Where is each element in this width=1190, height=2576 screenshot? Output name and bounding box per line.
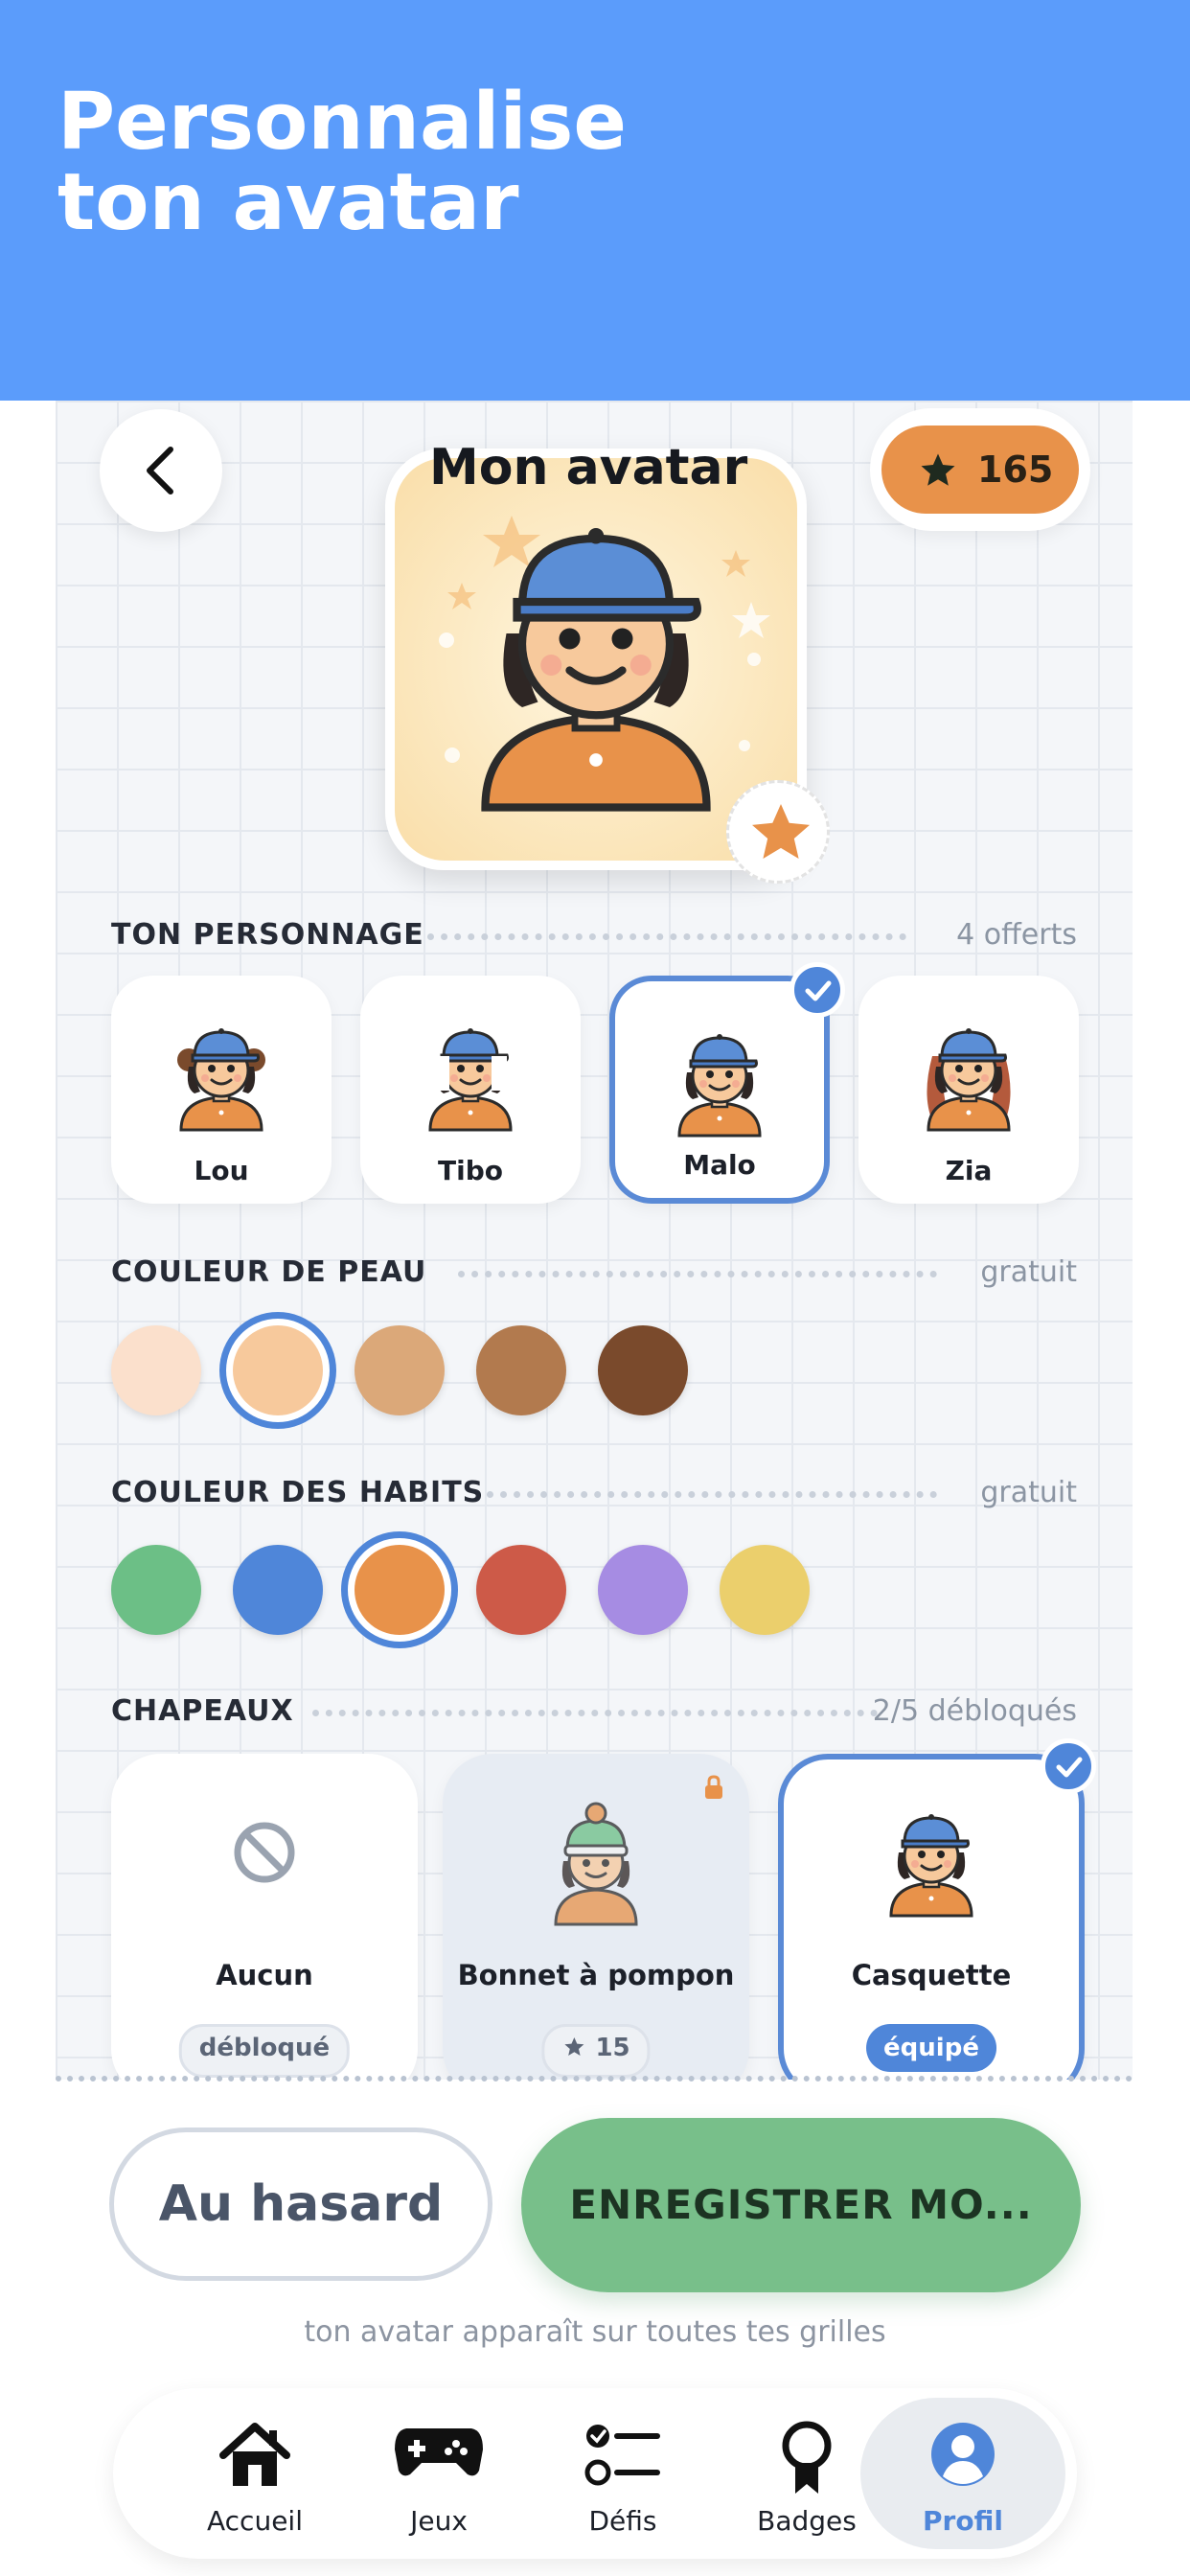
section-title-skin: COULEUR DE PEAU bbox=[111, 1255, 427, 1289]
badge-icon bbox=[782, 2421, 832, 2494]
section-title-hats: CHAPEAUX bbox=[111, 1694, 294, 1728]
character-malo-image bbox=[677, 1032, 762, 1138]
skin-color-swatch[interactable] bbox=[111, 1325, 201, 1415]
selected-check-icon bbox=[1041, 1738, 1096, 1794]
beanie-icon bbox=[554, 1802, 638, 1926]
star-icon bbox=[564, 2037, 584, 2056]
favorite-badge[interactable] bbox=[726, 780, 830, 884]
character-card-tibo[interactable]: Tibo bbox=[360, 976, 581, 1204]
clothes-color-swatch[interactable] bbox=[355, 1545, 445, 1635]
tab-jeux[interactable]: Jeux bbox=[343, 2388, 535, 2559]
hat-name: Aucun bbox=[216, 1959, 313, 1991]
star-icon bbox=[752, 804, 810, 859]
skin-color-swatch[interactable] bbox=[233, 1325, 323, 1415]
hat-card-none[interactable]: Aucun débloqué bbox=[111, 1754, 418, 2080]
scroll-divider bbox=[56, 2076, 1133, 2082]
section-title-character: TON PERSONNAGE bbox=[111, 918, 424, 952]
section-meta-hats: 2/5 débloqués bbox=[872, 1694, 1077, 1728]
hint-text: ton avatar apparaît sur toutes tes grill… bbox=[304, 2315, 886, 2349]
section-meta-clothes: gratuit bbox=[980, 1476, 1077, 1509]
skin-color-swatch[interactable] bbox=[355, 1325, 445, 1415]
avatar-editor-screen: Mon avatar 165 TON PERSONNAGE 4 offerts … bbox=[56, 401, 1133, 2080]
lock-icon bbox=[705, 1775, 722, 1799]
selected-check-icon bbox=[790, 962, 845, 1018]
character-name: Malo bbox=[683, 1149, 756, 1181]
header-banner: Personnalise ton avatar bbox=[0, 0, 1190, 401]
hat-name: Casquette bbox=[851, 1959, 1012, 1991]
hat-price-badge: 15 bbox=[541, 2024, 651, 2078]
banner-title: Personnalise ton avatar bbox=[57, 77, 628, 248]
hat-name: Bonnet à pompon bbox=[457, 1959, 735, 1991]
cap-icon bbox=[889, 1812, 973, 1918]
tab-label: Défis bbox=[588, 2505, 657, 2537]
tab-accueil[interactable]: Accueil bbox=[159, 2388, 351, 2559]
clothes-color-swatch[interactable] bbox=[111, 1545, 201, 1635]
none-icon bbox=[234, 1822, 295, 1883]
character-name: Lou bbox=[194, 1155, 249, 1186]
hat-status-badge: équipé bbox=[866, 2024, 996, 2072]
hat-price: 15 bbox=[595, 2034, 630, 2062]
character-card-lou[interactable]: Lou bbox=[111, 976, 332, 1204]
skin-color-swatch[interactable] bbox=[476, 1325, 566, 1415]
coins-value: 165 bbox=[977, 448, 1054, 491]
hat-card-beanie[interactable]: Bonnet à pompon 15 bbox=[443, 1754, 749, 2080]
random-button[interactable]: Au hasard bbox=[109, 2128, 492, 2281]
bottom-tab-bar: Accueil Jeux Défis Badges Profil bbox=[113, 2388, 1077, 2559]
character-zia-image bbox=[927, 1026, 1011, 1132]
home-icon bbox=[219, 2423, 290, 2486]
divider-dots bbox=[427, 933, 906, 940]
clothes-color-swatch[interactable] bbox=[720, 1545, 810, 1635]
character-lou-image bbox=[177, 1026, 265, 1132]
character-name: Zia bbox=[945, 1155, 993, 1186]
clothes-color-swatch[interactable] bbox=[598, 1545, 688, 1635]
hat-card-cap[interactable]: Casquette équipé bbox=[778, 1754, 1085, 2080]
section-title-clothes: COULEUR DES HABITS bbox=[111, 1476, 485, 1509]
star-icon bbox=[921, 453, 955, 486]
page-title: Mon avatar bbox=[429, 439, 748, 496]
coins-counter[interactable]: 165 bbox=[870, 408, 1090, 531]
section-meta-character: 4 offerts bbox=[956, 918, 1077, 952]
coins-pill: 165 bbox=[881, 426, 1079, 514]
checklist-icon bbox=[584, 2425, 660, 2486]
character-card-zia[interactable]: Zia bbox=[858, 976, 1079, 1204]
divider-dots bbox=[458, 1271, 937, 1277]
save-button[interactable]: ENREGISTRER MO... bbox=[521, 2118, 1081, 2292]
back-button[interactable] bbox=[100, 409, 222, 532]
gamepad-icon bbox=[395, 2428, 483, 2476]
profile-icon bbox=[931, 2423, 995, 2486]
section-meta-skin: gratuit bbox=[980, 1255, 1077, 1289]
tab-profil[interactable]: Profil bbox=[860, 2388, 1065, 2559]
character-tibo-image bbox=[428, 1026, 513, 1132]
tab-label: Accueil bbox=[207, 2505, 303, 2537]
character-name: Tibo bbox=[438, 1155, 503, 1186]
chevron-left-icon bbox=[147, 447, 173, 494]
character-card-malo[interactable]: Malo bbox=[609, 976, 830, 1204]
skin-color-swatch[interactable] bbox=[598, 1325, 688, 1415]
tab-label: Jeux bbox=[410, 2505, 468, 2537]
tab-defis[interactable]: Défis bbox=[527, 2388, 719, 2559]
clothes-color-swatch[interactable] bbox=[476, 1545, 566, 1635]
divider-dots bbox=[312, 1710, 878, 1716]
hat-status-badge: débloqué bbox=[178, 2024, 351, 2078]
tab-label: Profil bbox=[923, 2505, 1003, 2537]
divider-dots bbox=[487, 1491, 937, 1498]
clothes-color-swatch[interactable] bbox=[233, 1545, 323, 1635]
